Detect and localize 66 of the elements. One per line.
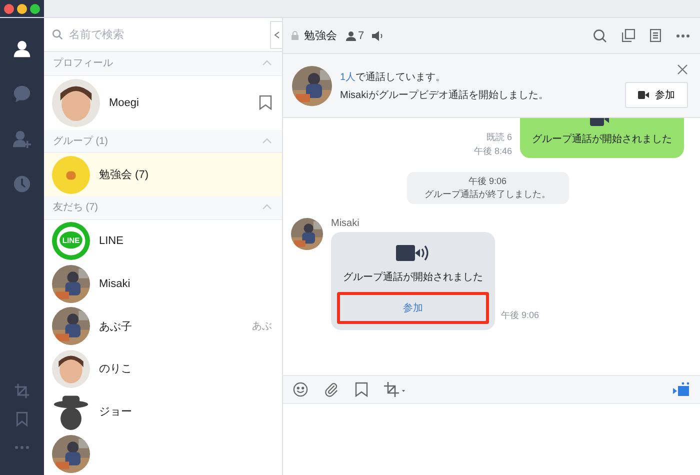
avatar-icon	[52, 156, 90, 194]
message-text: グループ通話が終了しました。	[424, 188, 550, 201]
notes-icon[interactable]	[650, 29, 661, 42]
person-icon	[13, 40, 31, 58]
close-icon[interactable]	[677, 64, 688, 74]
contact-name: Misaki	[99, 278, 130, 290]
crop-icon	[14, 383, 30, 399]
section-title: グループ (1)	[53, 134, 108, 148]
chat-title: 勉強会	[304, 29, 337, 43]
contact-name: のりこ	[99, 362, 132, 376]
add-friend-icon	[13, 130, 31, 148]
person-icon	[346, 30, 356, 40]
video-camera-icon	[638, 90, 649, 98]
search-icon	[52, 29, 63, 40]
video-call-icon[interactable]	[672, 382, 690, 397]
chevron-left-icon	[274, 30, 280, 39]
join-button[interactable]: 参加	[340, 295, 486, 321]
lock-icon	[291, 31, 299, 40]
join-button[interactable]: 参加	[625, 82, 688, 108]
contact-name: ジョー	[99, 404, 132, 419]
participant-link[interactable]: 1人	[340, 72, 356, 82]
emoji-icon[interactable]	[293, 382, 308, 397]
avatar-icon	[52, 78, 100, 127]
message-time: 午後 8:46	[474, 145, 512, 158]
paperclip-icon[interactable]	[324, 382, 339, 397]
chat-icon	[13, 84, 31, 102]
bookmark-icon	[14, 411, 30, 427]
video-call-icon	[396, 244, 430, 262]
avatar-icon: LINE	[52, 222, 90, 260]
contact-row[interactable]: Misaki	[44, 262, 282, 305]
member-count: 7	[358, 30, 364, 42]
contact-row[interactable]: あぶ子 あぶ	[44, 304, 282, 348]
section-title: プロフィール	[53, 56, 113, 70]
contact-name: 勉強会 (7)	[99, 168, 148, 182]
contact-name: Moegi	[109, 96, 139, 109]
status-message: あぶ	[252, 320, 272, 334]
contact-name: あぶ子	[99, 320, 132, 334]
close-window-button[interactable]	[4, 4, 14, 14]
contact-row[interactable]: 勉強会 (7)	[44, 153, 282, 196]
read-receipt: 既読 6	[486, 131, 512, 144]
contact-row[interactable]: のりこ	[44, 347, 282, 390]
bookmark-icon[interactable]	[355, 382, 368, 397]
call-message: Misakiがグループビデオ通話を開始しました。	[340, 88, 548, 102]
copy-icon[interactable]	[622, 29, 635, 42]
avatar-icon	[52, 350, 90, 388]
sender-name: Misaki	[331, 218, 360, 229]
call-status: 1人で通話しています。	[340, 70, 447, 84]
message-time: 午後 9:06	[501, 309, 540, 322]
contact-row[interactable]: LINE LINE	[44, 220, 282, 262]
bookmark-icon[interactable]	[259, 95, 272, 110]
clock-icon	[13, 174, 31, 192]
zoom-window-button[interactable]	[30, 4, 40, 14]
message-time: 午後 9:06	[468, 175, 507, 188]
collapse-button[interactable]	[270, 20, 282, 49]
contact-row[interactable]: Moegi	[44, 76, 282, 130]
more-icon[interactable]	[676, 34, 690, 38]
contact-name: LINE	[99, 234, 124, 247]
minimize-window-button[interactable]	[17, 4, 27, 14]
message-text: グループ通話が開始されました	[343, 270, 483, 284]
message-text: グループ通話が開始されました	[532, 132, 672, 146]
search-icon[interactable]	[593, 28, 607, 42]
speaker-icon[interactable]	[372, 30, 384, 40]
crop-icon[interactable]	[384, 382, 406, 397]
contact-row[interactable]: ジョー	[44, 390, 282, 432]
section-title: 友だち (7)	[53, 201, 98, 214]
more-icon	[15, 446, 29, 448]
